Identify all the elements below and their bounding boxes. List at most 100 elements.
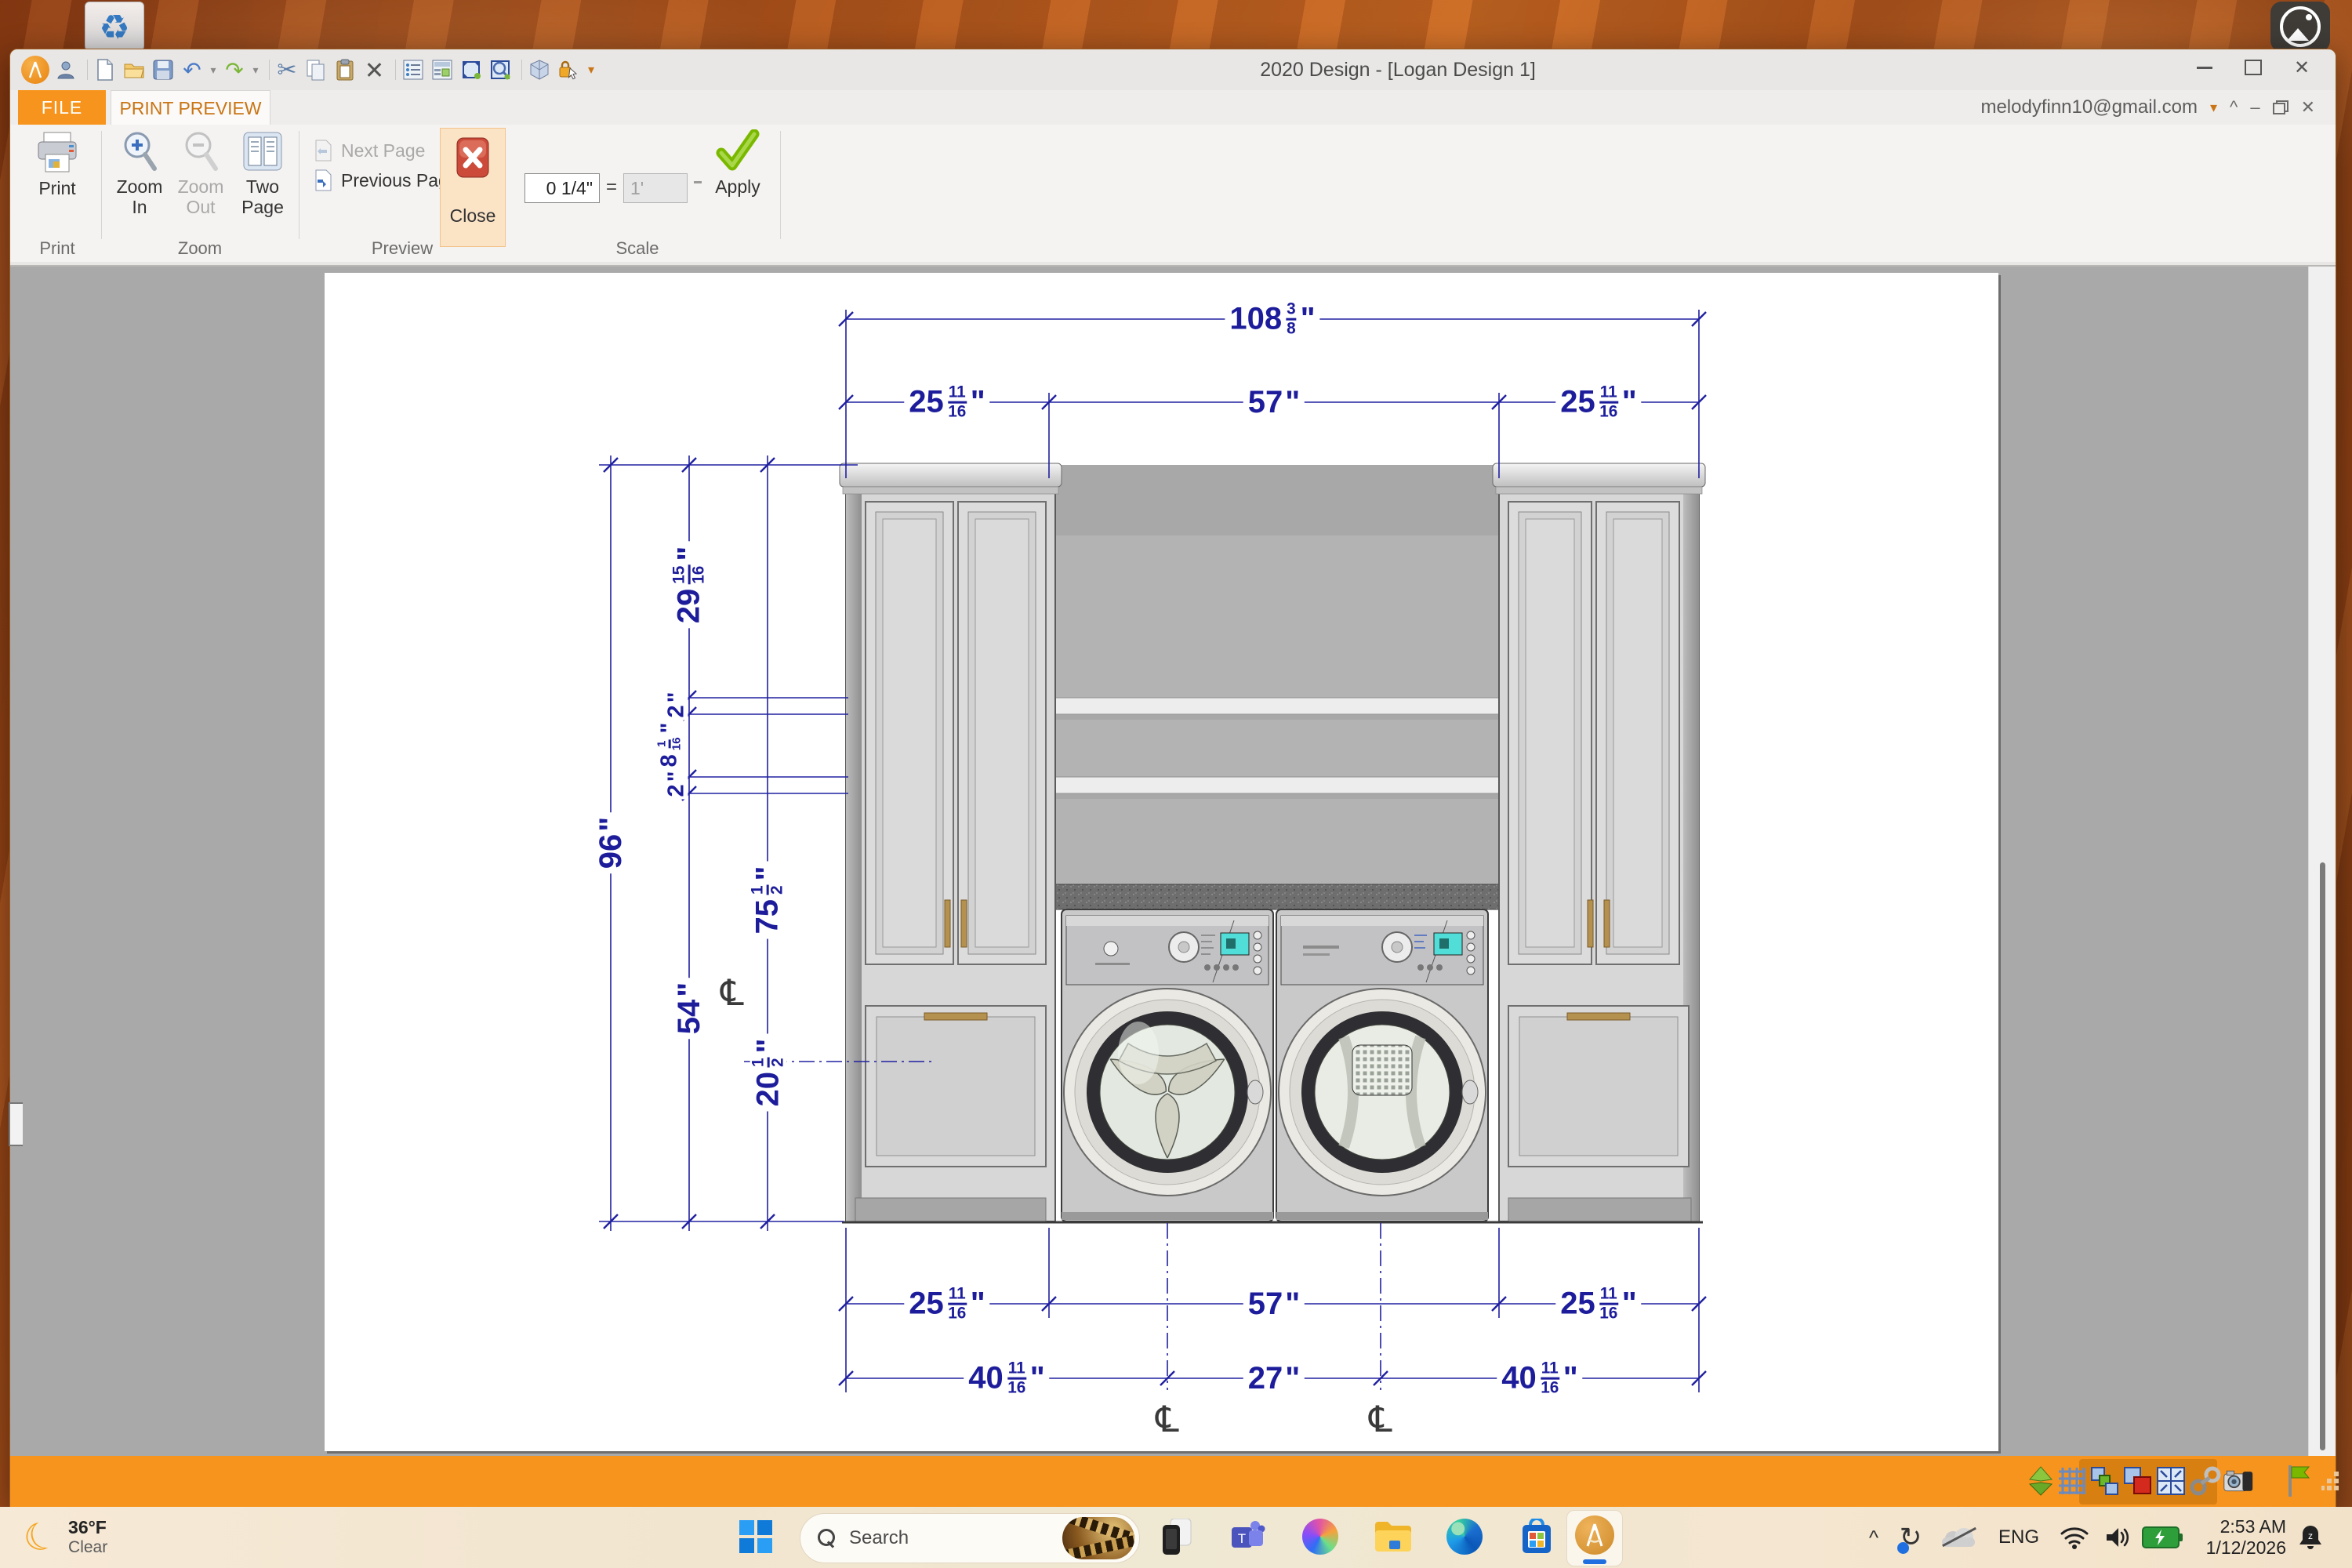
weather-widget[interactable]: ☾ 36°F Clear — [24, 1507, 107, 1568]
edge-icon[interactable] — [1444, 1516, 1485, 1557]
search-box[interactable]: Search — [800, 1513, 1140, 1563]
toolbar-separator — [395, 60, 396, 80]
two-page-button[interactable]: TwoPage — [233, 129, 292, 217]
dim-washer-to-dryer-cl: 27" — [1243, 1363, 1305, 1394]
group-label-print: Print — [39, 238, 74, 259]
tab-print-preview[interactable]: PRINT PREVIEW — [111, 90, 270, 125]
previous-page-button[interactable]: Previous Page — [311, 169, 459, 192]
redo-dropdown-icon[interactable]: ▾ — [251, 57, 260, 82]
moon-icon: ☾ — [17, 1511, 64, 1563]
design-app-taskbar-button[interactable] — [1566, 1510, 1623, 1566]
resize-grip-icon[interactable] — [2315, 1464, 2347, 1498]
sleep-z: z — [2308, 1530, 2313, 1541]
doc-close-icon[interactable]: ✕ — [2301, 97, 2315, 118]
teams-icon[interactable]: T — [1228, 1516, 1269, 1557]
printer-icon — [34, 129, 80, 175]
object-snap-icon[interactable] — [2089, 1464, 2121, 1498]
doc-minimize-icon[interactable]: – — [2250, 97, 2259, 118]
close-button[interactable]: ✕ — [2288, 56, 2315, 79]
file-explorer-icon[interactable] — [1372, 1516, 1413, 1557]
fit-view-icon[interactable] — [2155, 1464, 2187, 1498]
cube-3d-icon[interactable] — [527, 57, 552, 82]
account-email[interactable]: melodyfinn10@gmail.com — [1980, 96, 2197, 118]
app-logo-icon[interactable] — [21, 56, 49, 84]
onedrive-paused-icon[interactable] — [1936, 1507, 1980, 1568]
doc-restore-icon[interactable] — [2273, 100, 2288, 114]
overlap-objects-icon[interactable] — [2122, 1464, 2154, 1498]
left-tall-cabinet — [840, 463, 1062, 1221]
flag-icon[interactable] — [2282, 1464, 2314, 1498]
weather-temp: 36°F — [68, 1517, 107, 1537]
form-panel-icon[interactable] — [430, 57, 455, 82]
teams-letter: T — [1238, 1531, 1246, 1546]
volume-icon[interactable] — [2098, 1507, 2139, 1568]
battery-icon[interactable] — [2137, 1507, 2184, 1568]
undo-dropdown-icon[interactable]: ▾ — [209, 57, 218, 82]
lock-pointer-icon[interactable] — [556, 57, 581, 82]
countertop — [1051, 884, 1505, 909]
sync-tray-icon[interactable]: ↻ — [1891, 1507, 1930, 1568]
close-preview-button[interactable]: Close — [440, 128, 506, 247]
apply-button[interactable]: Apply — [706, 129, 769, 197]
search-placeholder: Search — [849, 1527, 909, 1549]
zoom-region-icon[interactable] — [488, 57, 513, 82]
delete-icon[interactable] — [361, 57, 387, 82]
toolbar-more-icon[interactable]: ▾ — [585, 57, 597, 82]
vertical-scrollbar[interactable] — [2308, 267, 2336, 1457]
save-icon[interactable] — [151, 57, 176, 82]
link-dimensions-icon[interactable] — [2190, 1464, 2221, 1498]
language-indicator[interactable]: ENG — [1991, 1507, 2046, 1568]
scrollbar-thumb[interactable] — [2320, 862, 2325, 1450]
wifi-icon[interactable] — [2053, 1507, 2096, 1568]
open-folder-icon[interactable] — [122, 57, 147, 82]
zoom-in-button[interactable]: ZoomIn — [111, 129, 169, 217]
cut-icon[interactable]: ✂ — [274, 57, 299, 82]
fit-selection-icon[interactable] — [459, 57, 484, 82]
start-button[interactable] — [735, 1516, 776, 1557]
app-status-bar — [10, 1456, 2336, 1508]
collapse-ribbon-icon[interactable]: ^ — [2230, 97, 2238, 118]
paste-icon[interactable] — [332, 57, 358, 82]
dim-bottom-left-cabinet: 251116" — [904, 1286, 989, 1323]
copy-icon[interactable] — [303, 57, 328, 82]
new-document-icon[interactable] — [93, 57, 118, 82]
next-page-button[interactable]: Next Page — [311, 139, 425, 162]
notification-bell-icon[interactable]: z — [2291, 1507, 2330, 1568]
grid-toggle-icon[interactable] — [2056, 1464, 2088, 1498]
dim-top-to-shelf: 291516" — [671, 542, 708, 629]
item-list-icon[interactable] — [401, 57, 426, 82]
maximize-button[interactable] — [2240, 56, 2267, 79]
search-highlight-image[interactable] — [1062, 1517, 1134, 1559]
phone-link-icon[interactable] — [1156, 1516, 1197, 1557]
apply-check-icon — [715, 129, 760, 173]
hidden-icons-chevron[interactable]: ^ — [1860, 1507, 1888, 1568]
dim-total-height: 96" — [595, 812, 626, 873]
snapshot-camera-icon[interactable] — [2223, 1464, 2254, 1498]
toolbar-separator — [521, 60, 522, 80]
copilot-icon[interactable] — [1300, 1516, 1341, 1557]
account-dropdown-icon[interactable]: ▾ — [2210, 100, 2217, 116]
undo-icon[interactable]: ↶ — [180, 57, 205, 82]
microsoft-store-icon[interactable] — [1516, 1516, 1557, 1557]
close-red-icon — [452, 136, 493, 180]
clock-widget[interactable]: 2:53 AM 1/12/2026 — [2192, 1507, 2286, 1568]
print-preview-area: 10838" 251116" 57" 251116" 96" 291516" 2… — [10, 265, 2336, 1457]
panel-collapse-handle[interactable] — [9, 1102, 23, 1146]
dim-floor-to-centerline: 2012" — [750, 1033, 787, 1111]
redo-icon[interactable]: ↷ — [222, 57, 247, 82]
photos-desktop-icon[interactable] — [2270, 2, 2330, 52]
account-area: melodyfinn10@gmail.com ▾ ^ – ✕ — [1980, 90, 2315, 125]
recycle-bin-icon[interactable]: ♻ — [85, 2, 144, 53]
scale-dash-icon — [694, 181, 702, 183]
toolbar-separator — [87, 60, 88, 80]
tab-file[interactable]: FILE — [18, 90, 106, 125]
scale-from-input[interactable]: 0 1/4" — [524, 173, 600, 203]
pan-updown-icon[interactable] — [2025, 1464, 2056, 1498]
zoom-out-button[interactable]: ZoomOut — [172, 129, 230, 217]
print-button[interactable]: Print — [23, 129, 92, 198]
dim-left-cabinet-width: 251116" — [904, 384, 989, 421]
dim-floor-to-shelf: 54" — [673, 978, 705, 1039]
toolbar-separator — [269, 60, 270, 80]
minimize-button[interactable] — [2191, 56, 2218, 79]
user-icon[interactable] — [53, 57, 78, 82]
